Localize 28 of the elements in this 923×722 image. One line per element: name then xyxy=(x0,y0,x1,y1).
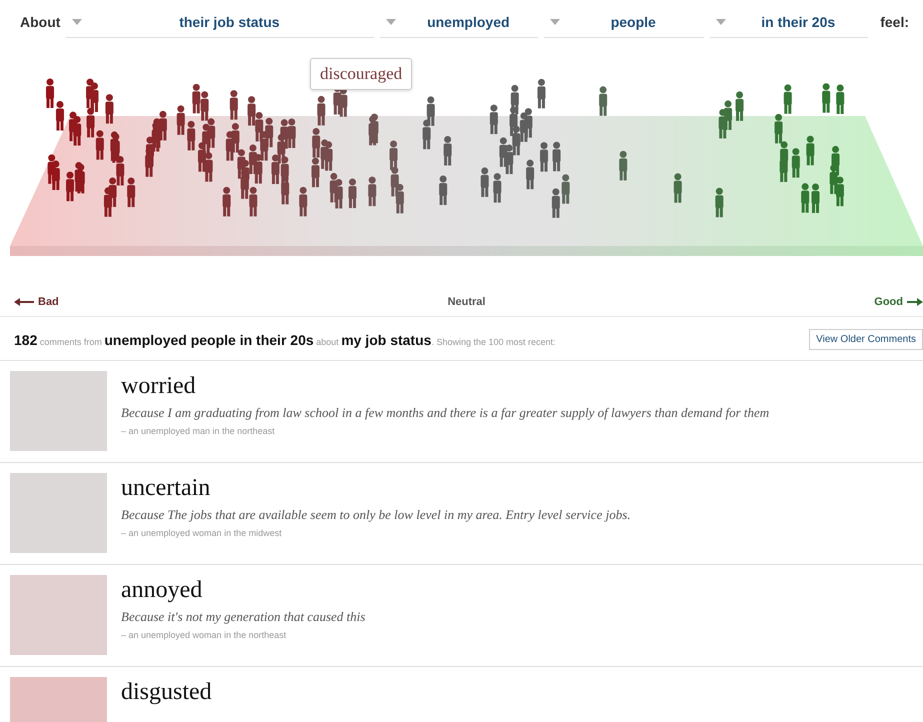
scale-label: Neutral xyxy=(448,296,486,308)
feeling-title: annoyed xyxy=(121,577,204,604)
scale-label: Good xyxy=(874,296,903,308)
dropdown[interactable]: people xyxy=(544,6,704,38)
feeling-title: worried xyxy=(121,373,197,400)
comment-text: Because it's not my generation that caused this xyxy=(121,609,366,625)
dropdown[interactable]: their job status xyxy=(66,6,374,38)
filter-label: About xyxy=(20,14,60,30)
dropdown[interactable]: unemployed xyxy=(380,6,538,38)
caret-icon xyxy=(550,18,560,24)
dropdown[interactable]: in their 20s xyxy=(710,6,868,38)
author-text: – an unemployed woman in the midwest xyxy=(121,528,283,538)
filter-label: feel: xyxy=(880,14,909,30)
right-arrow-icon xyxy=(907,298,923,306)
feeling-title: uncertain xyxy=(121,475,212,502)
feeling-title: disgusted xyxy=(121,679,212,706)
caret-icon xyxy=(72,18,82,24)
comment-text: Because The jobs that are available seem to only be low level in my area. Entry level service jobs. xyxy=(121,507,631,523)
author-text: – an unemployed man in the northeast xyxy=(121,426,276,436)
author-text: – an unemployed woman in the northeast xyxy=(121,630,288,640)
view-older-button[interactable]: View Older Comments xyxy=(809,329,923,350)
scale-label: Bad xyxy=(38,296,59,308)
caret-icon xyxy=(386,18,396,24)
left-arrow-icon xyxy=(14,298,34,306)
tooltip: discouraged xyxy=(310,58,412,90)
summary-text: 182 comments from unemployed people in their 20s about my job status. Showing the 100 most recent: xyxy=(14,332,556,348)
comment-text: Because I am graduating from law school in a few months and there is a far greater supply of lawyers than demand for them xyxy=(121,405,770,421)
caret-icon xyxy=(716,18,726,24)
